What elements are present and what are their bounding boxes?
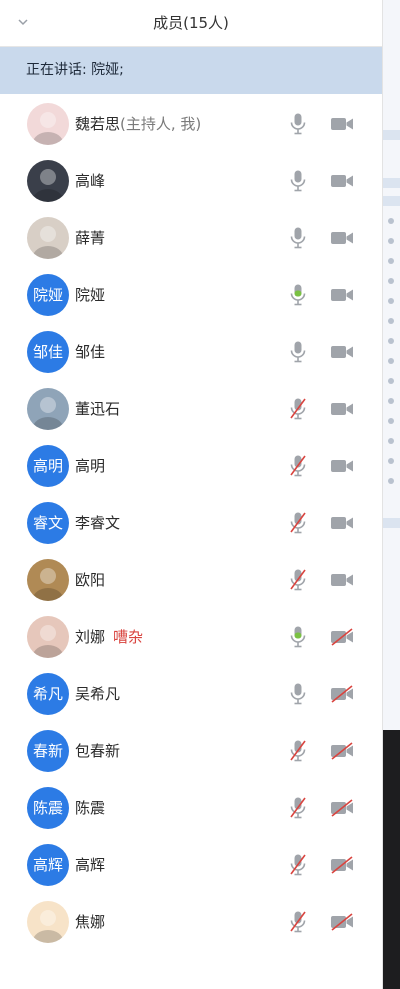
camera-icon[interactable] [330,343,354,361]
mic-muted-icon[interactable] [288,568,308,592]
microphone-icon[interactable] [288,112,308,136]
members-title: 成员(15人) [153,14,229,32]
avatar: 高辉 [27,844,69,886]
member-name: 焦娜 [75,894,105,951]
mic-muted-icon[interactable] [288,739,308,763]
camera-icon[interactable] [330,457,354,475]
member-name: 高峰 [75,153,105,210]
member-name: 刘娜 嘈杂 [75,609,143,666]
microphone-icon[interactable] [288,226,308,250]
member-name-text: 焦娜 [75,913,106,931]
member-row[interactable]: 春新 包春新 [0,723,382,780]
mic-muted-icon[interactable] [288,454,308,478]
member-name: 高辉 [75,837,105,894]
member-name-text: 董迅石 [75,400,121,418]
avatar: 高明 [27,445,69,487]
member-name-text: 陈震 [75,799,106,817]
camera-off-icon[interactable] [330,685,354,703]
camera-off-icon[interactable] [330,856,354,874]
member-row[interactable]: 高明 高明 [0,438,382,495]
member-name-text: 吴希凡 [75,685,121,703]
member-name-text: 包春新 [75,742,121,760]
member-row[interactable]: 陈震 陈震 [0,780,382,837]
avatar: 春新 [27,730,69,772]
microphone-icon[interactable] [288,340,308,364]
microphone-icon[interactable] [288,169,308,193]
avatar: 院娅 [27,274,69,316]
camera-off-icon[interactable] [330,913,354,931]
camera-off-icon[interactable] [330,628,354,646]
member-name: 魏若思(主持人, 我) [75,96,201,153]
member-name: 高明 [75,438,105,495]
camera-icon[interactable] [330,514,354,532]
member-name-text: 李睿文 [75,514,121,532]
member-row[interactable]: 薛菁 [0,210,382,267]
member-row[interactable]: 高峰 [0,153,382,210]
camera-icon[interactable] [330,172,354,190]
host-label: (主持人, 我) [120,115,202,133]
member-name: 包春新 [75,723,120,780]
member-name: 薛菁 [75,210,105,267]
member-row[interactable]: 院娅 院娅 [0,267,382,324]
member-name: 院娅 [75,267,105,324]
camera-off-icon[interactable] [330,799,354,817]
member-row[interactable]: 睿文 李睿文 [0,495,382,552]
member-row[interactable]: 邹佳 邹佳 [0,324,382,381]
camera-icon[interactable] [330,400,354,418]
member-name: 邹佳 [75,324,105,381]
member-name-text: 魏若思 [75,115,121,133]
camera-icon[interactable] [330,571,354,589]
avatar-photo [27,616,69,658]
member-name-text: 高峰 [75,172,106,190]
member-name: 陈震 [75,780,105,837]
avatar-photo [27,217,69,259]
camera-icon[interactable] [330,229,354,247]
avatar: 希凡 [27,673,69,715]
member-name-text: 欧阳 [75,571,106,589]
members-panel: 成员(15人) 正在讲话: 院娅; 魏若思(主持人, 我) 高峰 薛菁 院娅 院娅 [0,0,383,989]
member-name-text: 院娅 [75,286,106,304]
camera-icon[interactable] [330,115,354,133]
mic-muted-icon[interactable] [288,910,308,934]
noisy-tag: 嘈杂 [113,628,144,646]
mic-muted-icon[interactable] [288,397,308,421]
microphone-icon[interactable] [288,283,308,307]
avatar: 睿文 [27,502,69,544]
member-row[interactable]: 魏若思(主持人, 我) [0,96,382,153]
microphone-icon[interactable] [288,682,308,706]
avatar: 邹佳 [27,331,69,373]
members-header: 成员(15人) [0,0,382,47]
avatar-photo [27,103,69,145]
member-name-text: 邹佳 [75,343,106,361]
mic-muted-icon[interactable] [288,796,308,820]
avatar-photo [27,559,69,601]
member-name-text: 高辉 [75,856,106,874]
member-name-text: 高明 [75,457,106,475]
member-name-text: 刘娜 [75,628,106,646]
member-name: 董迅石 [75,381,120,438]
microphone-icon[interactable] [288,625,308,649]
member-row[interactable]: 高辉 高辉 [0,837,382,894]
member-list: 魏若思(主持人, 我) 高峰 薛菁 院娅 院娅 邹佳 邹佳 董迅石 高明 高明 … [0,96,382,951]
camera-off-icon[interactable] [330,742,354,760]
speaking-banner: 正在讲话: 院娅; [0,47,382,94]
member-row[interactable]: 欧阳 [0,552,382,609]
member-row[interactable]: 董迅石 [0,381,382,438]
member-name: 李睿文 [75,495,120,552]
member-row[interactable]: 刘娜 嘈杂 [0,609,382,666]
mic-muted-icon[interactable] [288,511,308,535]
member-row[interactable]: 焦娜 [0,894,382,951]
avatar: 陈震 [27,787,69,829]
speaking-text: 正在讲话: 院娅; [26,62,124,78]
avatar-photo [27,901,69,943]
avatar-photo [27,160,69,202]
member-name: 欧阳 [75,552,105,609]
background-window-edge [383,0,400,989]
member-name-text: 薛菁 [75,229,106,247]
member-row[interactable]: 希凡 吴希凡 [0,666,382,723]
mic-muted-icon[interactable] [288,853,308,877]
avatar-photo [27,388,69,430]
camera-icon[interactable] [330,286,354,304]
member-name: 吴希凡 [75,666,120,723]
